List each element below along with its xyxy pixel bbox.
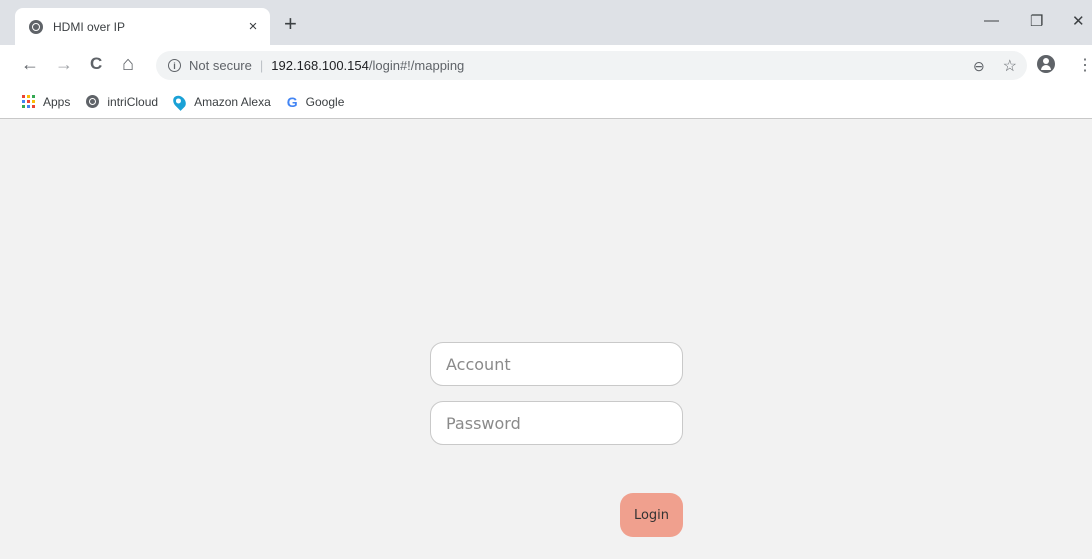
browser-toolbar: ← → C ⌂ i Not secure | 192.168.100.154/l… bbox=[0, 45, 1092, 85]
tab-title: HDMI over IP bbox=[53, 19, 126, 34]
bookmarks-bar: Apps intriCloud Amazon Alexa G Google bbox=[0, 85, 1092, 119]
bookmark-amazon-alexa[interactable]: Amazon Alexa bbox=[170, 92, 271, 111]
bookmark-google[interactable]: G Google bbox=[287, 94, 345, 110]
account-input[interactable] bbox=[430, 342, 683, 386]
bookmark-intricloud[interactable]: intriCloud bbox=[86, 95, 158, 109]
alexa-icon bbox=[170, 92, 189, 111]
info-icon[interactable]: i bbox=[168, 59, 181, 72]
restore-icon[interactable]: ❐ bbox=[1030, 12, 1043, 30]
bookmark-label: Apps bbox=[43, 94, 71, 109]
google-icon: G bbox=[286, 93, 298, 110]
profile-icon[interactable] bbox=[1037, 55, 1055, 73]
globe-icon bbox=[86, 95, 100, 108]
close-window-icon[interactable]: ✕ bbox=[1072, 12, 1085, 30]
bookmark-label: Google bbox=[305, 94, 345, 109]
address-bar[interactable]: i Not secure | 192.168.100.154/login#!/m… bbox=[156, 51, 1027, 80]
bookmark-apps[interactable]: Apps bbox=[22, 95, 70, 109]
apps-grid-icon bbox=[22, 95, 35, 108]
new-tab-button[interactable]: + bbox=[284, 13, 297, 35]
bookmark-label: intriCloud bbox=[107, 94, 159, 109]
zoom-icon[interactable]: ⊖ bbox=[973, 58, 985, 74]
globe-icon bbox=[29, 19, 43, 34]
minimize-icon[interactable]: — bbox=[984, 12, 999, 29]
tab-strip: HDMI over IP × + — ❐ ✕ bbox=[0, 0, 1092, 45]
omnibox-actions: ⊖ ☆ bbox=[973, 56, 1017, 76]
forward-arrow-icon[interactable]: → bbox=[55, 54, 73, 74]
url-path: /login#!/mapping bbox=[368, 58, 465, 73]
back-arrow-icon[interactable]: ← bbox=[21, 54, 39, 74]
browser-tab[interactable]: HDMI over IP × bbox=[15, 8, 270, 45]
bookmark-star-icon[interactable]: ☆ bbox=[1003, 58, 1017, 75]
url-host: 192.168.100.154 bbox=[271, 58, 369, 73]
password-input[interactable] bbox=[430, 401, 683, 445]
tab-close-icon[interactable]: × bbox=[242, 18, 264, 35]
reload-icon[interactable]: C bbox=[90, 54, 102, 74]
home-icon[interactable]: ⌂ bbox=[122, 54, 134, 74]
bookmark-label: Amazon Alexa bbox=[194, 94, 271, 109]
menu-icon[interactable]: ⋮ bbox=[1077, 55, 1092, 75]
login-button[interactable]: Login bbox=[620, 493, 683, 537]
security-label[interactable]: Not secure bbox=[189, 58, 252, 73]
url-separator: | bbox=[259, 58, 264, 73]
